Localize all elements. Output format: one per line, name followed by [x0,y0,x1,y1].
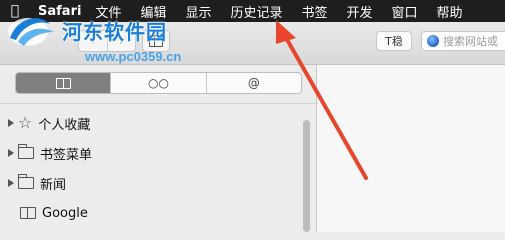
watermark-logo-icon [8,18,54,46]
watermark-url: www.pc0359.cn [85,49,182,64]
glasses-icon: ○○ [148,76,169,90]
book-icon [20,207,36,219]
bookmark-label: Google [42,205,88,221]
menu-help[interactable]: 帮助 [437,2,463,21]
address-search-field[interactable]: 搜索网站或 [421,31,505,51]
menu-window[interactable]: 窗口 [392,2,418,21]
book-icon [55,77,71,89]
reader-button[interactable]: T稳 [376,31,412,51]
watermark-title: 河东软件园 [62,20,167,44]
menu-bookmarks[interactable]: 书签 [302,2,328,21]
bookmark-item-favorites[interactable]: ☆ 个人收藏 [8,113,90,133]
menu-develop[interactable]: 开发 [347,2,373,21]
disclosure-triangle-icon[interactable] [8,119,14,127]
bookmark-label: 个人收藏 [38,117,91,133]
at-icon: @ [247,76,260,90]
sidebar-tab-control: ○○ @ [15,72,302,94]
web-content-area [317,65,505,232]
disclosure-triangle-icon[interactable] [8,149,14,157]
folder-icon [18,144,34,159]
sidebar-divider [0,103,316,104]
globe-icon [427,35,439,47]
bookmark-item-bookmarks-menu[interactable]: 书签菜单 [8,143,92,163]
bookmark-label: 书签菜单 [40,147,93,163]
tab-shared-links[interactable]: @ [205,73,301,93]
tab-bookmarks[interactable] [16,73,111,93]
search-placeholder: 搜索网站或 [443,35,498,48]
menu-history[interactable]: 历史记录 [230,2,282,21]
bookmark-item-news[interactable]: 新闻 [8,173,66,193]
bookmark-item-google[interactable]: Google [20,203,88,223]
sidebar-scrollbar[interactable] [303,120,310,232]
bookmarks-sidebar: ○○ @ ☆ 个人收藏 书签菜单 新闻 Google [0,65,317,232]
folder-icon [18,174,34,189]
tab-reading-list[interactable]: ○○ [110,73,205,93]
disclosure-triangle-icon[interactable] [8,179,14,187]
bookmark-label: 新闻 [40,177,67,193]
star-icon: ☆ [18,113,33,132]
menu-view[interactable]: 显示 [185,2,211,21]
